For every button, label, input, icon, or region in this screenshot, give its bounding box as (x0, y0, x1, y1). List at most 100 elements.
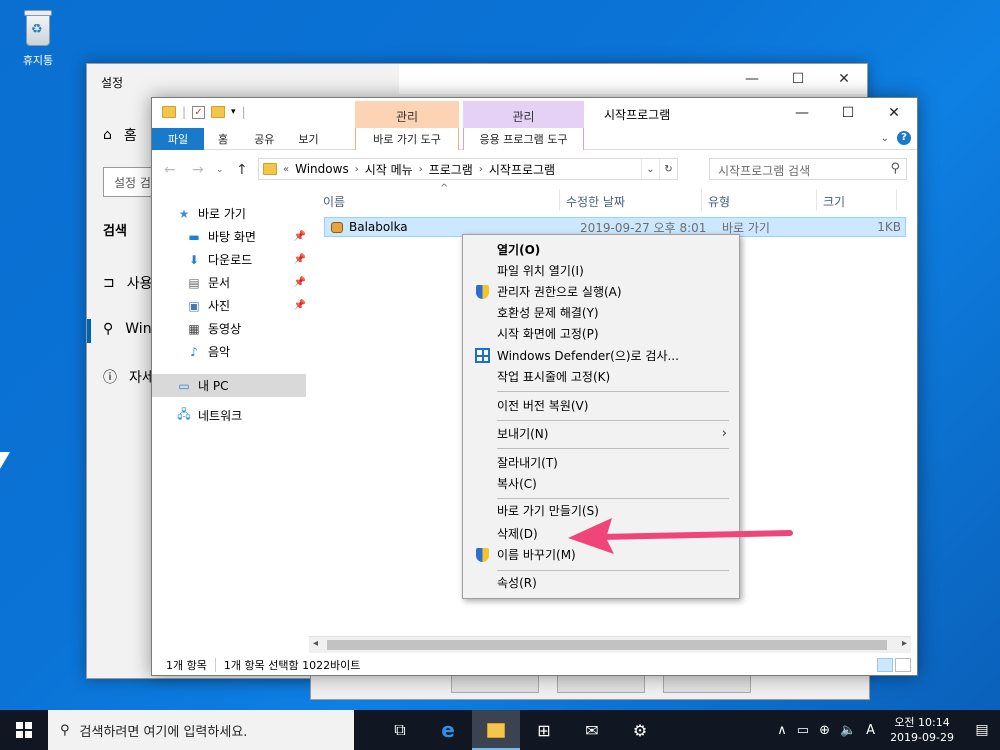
tab-shortcut-tools[interactable]: 바로 가기 도구 (355, 127, 459, 150)
network-globe-icon[interactable]: ⊕ (814, 723, 835, 738)
tab-file[interactable]: 파일 (152, 127, 204, 150)
taskbar-search-input[interactable]: ⚲ 검색하려면 여기에 입력하세요. (48, 710, 354, 750)
menu-item-properties[interactable]: 속성(R) (465, 572, 737, 593)
menu-item-cut[interactable]: 잘라내기(T) (465, 452, 737, 473)
minimize-icon[interactable]: — (779, 98, 825, 128)
ribbon-tabs: 파일 홈 공유 보기 바로 가기 도구 응용 프로그램 도구 ⌄ ? (152, 127, 917, 150)
defender-icon (474, 348, 490, 363)
back-arrow-icon[interactable]: ← (164, 162, 176, 178)
large-icons-view-icon[interactable] (895, 658, 911, 672)
action-center-icon[interactable]: ▤ (964, 710, 1000, 750)
search-icon: ⚲ (103, 321, 114, 337)
column-modified[interactable]: 수정한 날짜 (560, 189, 702, 211)
settings-home[interactable]: ⌂ 홈 (103, 125, 137, 145)
breadcrumb-1[interactable]: 시작 메뉴 (365, 161, 413, 178)
maximize-icon[interactable]: ☐ (775, 64, 821, 94)
explorer-search-input[interactable]: 시작프로그램 검색 ⚲ (709, 158, 907, 180)
menu-item-pin-to-taskbar[interactable]: 작업 표시줄에 고정(K) (465, 366, 737, 387)
column-type[interactable]: 유형 (702, 189, 817, 211)
scroll-left-icon[interactable]: ◂ (313, 638, 318, 649)
tab-application-tools[interactable]: 응용 프로그램 도구 (463, 127, 584, 150)
breadcrumb-3[interactable]: 시작프로그램 (489, 161, 555, 178)
info-icon: ⓘ (103, 370, 117, 386)
properties-icon[interactable]: ✓ (192, 105, 206, 119)
nav-item-music[interactable]: ♪ 음악 (152, 340, 306, 363)
details-view-icon[interactable] (877, 658, 893, 672)
nav-item-pictures[interactable]: ▣ 사진 📌 (152, 294, 306, 317)
mouse-cursor-icon (0, 452, 10, 469)
tab-share[interactable]: 공유 (242, 128, 286, 150)
up-arrow-icon[interactable]: ↑ (236, 162, 248, 178)
nav-item-videos[interactable]: ▦ 동영상 (152, 317, 306, 340)
menu-item-send-to[interactable]: 보내기(N) › (465, 423, 737, 444)
settings-item-0[interactable]: ⊐ 사용 (103, 273, 153, 293)
clock-time: 오전 10:14 (894, 716, 950, 729)
search-icon: ⚲ (890, 161, 900, 176)
scroll-right-icon[interactable]: ▸ (902, 638, 907, 649)
tab-view[interactable]: 보기 (286, 128, 330, 150)
explorer-titlebar: | ✓ ▾ | 관리 관리 시작프로그램 — ☐ ✕ (152, 98, 917, 131)
new-folder-icon[interactable] (211, 106, 226, 118)
clock[interactable]: 오전 10:14 2019-09-29 (880, 715, 964, 745)
mail-icon[interactable]: ✉ (568, 710, 616, 750)
column-name[interactable]: 이름 (317, 189, 560, 211)
start-button[interactable] (0, 710, 48, 750)
scrollbar-thumb[interactable] (327, 640, 887, 650)
settings-item-2[interactable]: ⓘ 자세 (103, 367, 155, 387)
desktop-icon: ▬ (188, 229, 200, 244)
maximize-icon[interactable]: ☐ (825, 98, 871, 128)
menu-separator (497, 420, 729, 421)
tab-home[interactable]: 홈 (204, 128, 242, 150)
battery-icon[interactable]: ▭ (792, 723, 814, 738)
menu-separator (497, 448, 729, 449)
address-bar[interactable]: « Windows › 시작 메뉴 › 프로그램 › 시작프로그램 ⌄ ↻ (258, 158, 678, 180)
breadcrumb-0[interactable]: Windows (295, 162, 349, 176)
windows-logo-icon (16, 722, 32, 738)
chevron-down-icon[interactable]: ▾ (231, 107, 236, 117)
breadcrumb-2[interactable]: 프로그램 (429, 161, 473, 178)
settings-item-1[interactable]: ⚲ Win (103, 321, 152, 337)
menu-item-open-file-location[interactable]: 파일 위치 열기(I) (465, 260, 737, 281)
refresh-icon[interactable]: ↻ (659, 159, 677, 179)
menu-item-restore-previous-versions[interactable]: 이전 버전 복원(V) (465, 395, 737, 416)
volume-icon[interactable]: 🔈 (835, 723, 861, 738)
menu-item-run-as-admin[interactable]: 관리자 권한으로 실행(A) (465, 281, 737, 302)
menu-item-pin-to-start[interactable]: 시작 화면에 고정(P) (465, 323, 737, 344)
store-icon[interactable]: ⊞ (520, 710, 568, 750)
nav-item-desktop[interactable]: ▬ 바탕 화면 📌 (152, 225, 306, 248)
close-icon[interactable]: ✕ (871, 98, 917, 128)
column-size[interactable]: 크기 (817, 189, 897, 211)
recycle-bin[interactable]: ♻ 휴지통 (10, 8, 66, 68)
status-item-count: 1개 항목 (166, 659, 207, 672)
nav-item-documents[interactable]: ▤ 문서 📌 (152, 271, 306, 294)
nav-this-pc[interactable]: ▭ 내 PC (152, 374, 306, 397)
settings-gear-icon[interactable]: ⚙ (616, 710, 664, 750)
picture-icon: ▣ (188, 298, 200, 313)
nav-network[interactable]: 🖧 네트워크 (152, 404, 306, 427)
nav-item-downloads[interactable]: ⬇ 다운로드 📌 (152, 248, 306, 271)
help-icon[interactable]: ? (897, 131, 911, 145)
download-icon: ⬇ (188, 252, 200, 267)
address-dropdown-icon[interactable]: ⌄ (641, 159, 659, 179)
menu-item-scan-defender[interactable]: Windows Defender(으)로 검사... (465, 345, 737, 366)
forward-arrow-icon[interactable]: → (192, 162, 204, 178)
ime-indicator[interactable]: A (861, 723, 880, 738)
taskbar: ⚲ 검색하려면 여기에 입력하세요. ⧉ e ⊞ ✉ ⚙ ∧ ▭ ⊕ 🔈 A 오… (0, 710, 1000, 750)
chevron-up-icon[interactable]: ∧ (772, 723, 792, 738)
status-bar: 1개 항목 1개 항목 선택함 1022바이트 (152, 655, 917, 675)
close-icon[interactable]: ✕ (821, 64, 867, 94)
nav-quick-access[interactable]: ★ 바로 가기 (152, 202, 306, 225)
home-icon: ⌂ (103, 127, 112, 143)
horizontal-scrollbar[interactable]: ◂ ▸ (309, 636, 911, 653)
recent-chevron-icon[interactable]: ⌄ (216, 165, 224, 175)
menu-item-open[interactable]: 열기(O) (465, 239, 737, 260)
menu-item-troubleshoot-compatibility[interactable]: 호환성 문제 해결(Y) (465, 302, 737, 323)
expand-ribbon-icon[interactable]: ⌄ (881, 133, 889, 144)
file-list-header: 이름 수정한 날짜 유형 크기 (317, 189, 909, 211)
edge-icon[interactable]: e (424, 710, 472, 750)
menu-item-copy[interactable]: 복사(C) (465, 473, 737, 494)
file-explorer-icon[interactable] (472, 710, 520, 750)
computer-icon: ▭ (178, 378, 190, 393)
minimize-icon[interactable]: — (729, 64, 775, 94)
task-view-icon[interactable]: ⧉ (376, 710, 424, 750)
